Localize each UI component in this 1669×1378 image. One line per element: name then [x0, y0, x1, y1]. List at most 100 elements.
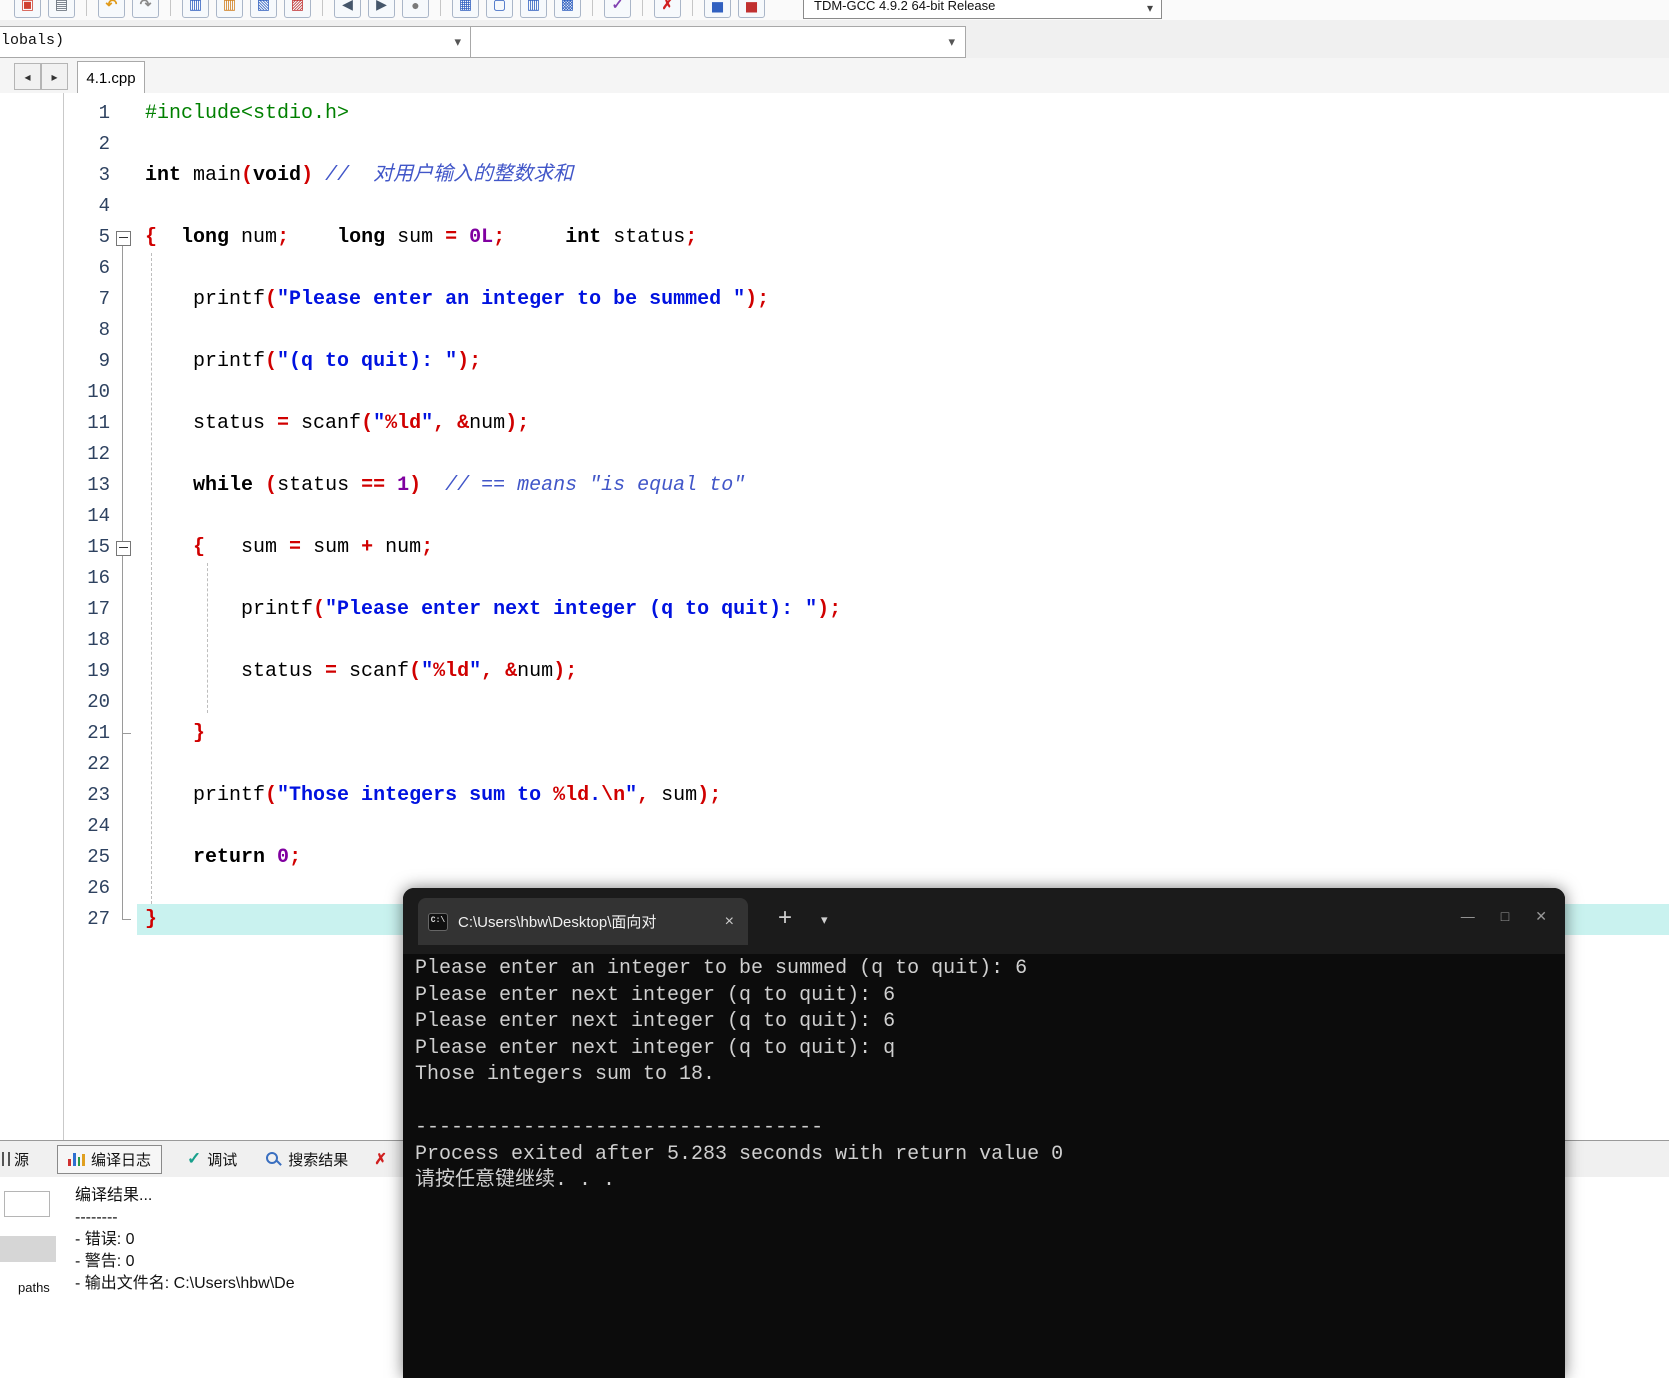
chevron-down-icon[interactable]: ▾ — [948, 34, 955, 50]
line-number: 7 — [98, 288, 110, 310]
code-line[interactable] — [145, 625, 1669, 656]
line-number: 22 — [87, 753, 110, 775]
member-combobox[interactable]: ▾ — [470, 26, 966, 58]
toolbar-separator — [692, 0, 693, 16]
line-number: 9 — [98, 350, 110, 372]
code-line[interactable] — [145, 129, 1669, 160]
code-line[interactable] — [145, 501, 1669, 532]
code-line[interactable]: { long num; long sum = 0L; int status; — [145, 222, 1669, 253]
console-output[interactable]: Please enter an integer to be summed (q … — [415, 956, 1561, 1378]
code-line[interactable] — [145, 315, 1669, 346]
line-number: 18 — [87, 629, 110, 651]
replace-icon[interactable] — [216, 0, 243, 18]
line-number: 16 — [87, 567, 110, 589]
code-line[interactable]: return 0; — [145, 842, 1669, 873]
code-line[interactable] — [145, 191, 1669, 222]
line-number: 4 — [98, 195, 110, 217]
fold-toggle-line5[interactable] — [116, 231, 131, 246]
tab-close-log[interactable] — [363, 1145, 398, 1174]
code-line[interactable]: printf("Those integers sum to %ld.\n", s… — [145, 780, 1669, 811]
code-line[interactable]: } — [145, 718, 1669, 749]
profile-delete-icon[interactable] — [738, 0, 765, 18]
console-line: 请按任意键继续. . . — [415, 1169, 616, 1192]
code-line[interactable]: status = scanf("%ld", &num); — [145, 656, 1669, 687]
line-number: 15 — [87, 536, 110, 558]
chevron-down-icon[interactable]: ▾ — [454, 34, 461, 50]
close-icon[interactable]: ✕ — [1535, 908, 1547, 925]
project-browser-panel[interactable] — [0, 93, 64, 1140]
toolbar-separator — [86, 0, 87, 16]
back-icon[interactable] — [334, 0, 361, 18]
syntax-check-icon[interactable] — [604, 0, 631, 18]
find-icon[interactable] — [182, 0, 209, 18]
console-tab[interactable]: C:\Users\hbw\Desktop\面向对 × — [418, 898, 748, 945]
code-line[interactable] — [145, 377, 1669, 408]
search-results-icon — [265, 1151, 282, 1168]
run-icon[interactable] — [486, 0, 513, 18]
code-line[interactable] — [145, 563, 1669, 594]
code-line[interactable]: { sum = sum + num; — [145, 532, 1669, 563]
compile-icon[interactable] — [452, 0, 479, 18]
code-line[interactable] — [145, 749, 1669, 780]
tab-resources-label: 源 — [14, 1151, 30, 1169]
maximize-icon[interactable]: □ — [1501, 908, 1509, 925]
console-titlebar[interactable]: C:\Users\hbw\Desktop\面向对 × + ▾ — □ ✕ — [403, 888, 1565, 954]
code-line[interactable]: status = scanf("%ld", &num); — [145, 408, 1669, 439]
file-tabbar: ◂ ▸ 4.1.cpp — [0, 58, 1669, 94]
tab-compile-log[interactable]: 编译日志 — [57, 1144, 163, 1174]
code-line[interactable]: int main(void) // 对用户输入的整数求和 — [145, 160, 1669, 191]
profile-icon[interactable] — [704, 0, 731, 18]
tab-4-1-cpp[interactable]: 4.1.cpp — [77, 61, 145, 94]
print-icon[interactable] — [48, 0, 75, 18]
tab-scroll-buttons: ◂ ▸ — [14, 63, 68, 90]
line-number: 1 — [98, 102, 110, 124]
class-browser-bar: lobals) ▾ ▾ — [0, 20, 1669, 58]
redo-icon[interactable] — [132, 0, 159, 18]
code-line[interactable] — [145, 439, 1669, 470]
fold-toggle-line15[interactable] — [116, 541, 131, 556]
code-line[interactable]: while (status == 1) // == means "is equa… — [145, 470, 1669, 501]
toolbar-separator — [642, 0, 643, 16]
code-line[interactable]: printf("Please enter an integer to be su… — [145, 284, 1669, 315]
record-icon[interactable] — [402, 0, 429, 18]
tab-search-results[interactable]: 搜索结果 — [254, 1145, 359, 1174]
compile-run-icon[interactable] — [520, 0, 547, 18]
tab-dropdown-chevron-icon[interactable]: ▾ — [821, 912, 828, 928]
code-line[interactable]: printf("(q to quit): "); — [145, 346, 1669, 377]
code-line[interactable]: #include<stdio.h> — [145, 98, 1669, 129]
minimize-icon[interactable]: — — [1461, 908, 1475, 925]
fold-line — [122, 244, 123, 919]
chevron-down-icon[interactable]: ▾ — [1147, 1, 1153, 15]
line-number: 25 — [87, 846, 110, 868]
line-number: 19 — [87, 660, 110, 682]
goto-icon[interactable] — [250, 0, 277, 18]
code-line[interactable] — [145, 687, 1669, 718]
line-number: 10 — [87, 381, 110, 403]
code-line[interactable] — [145, 253, 1669, 284]
code-line[interactable]: printf("Please enter next integer (q to … — [145, 594, 1669, 625]
compiler-profile-select[interactable]: TDM-GCC 4.9.2 64-bit Release ▾ — [803, 0, 1162, 19]
tab-scroll-left-icon[interactable]: ◂ — [14, 63, 41, 90]
tab-debug[interactable]: 调试 — [176, 1145, 248, 1174]
undo-icon[interactable] — [98, 0, 125, 18]
code-line[interactable] — [145, 811, 1669, 842]
bookmarks-icon[interactable] — [284, 0, 311, 18]
tab-resources-partial[interactable]: 源 — [2, 1149, 29, 1170]
abort-compile-icon[interactable] — [654, 0, 681, 18]
open-icon[interactable] — [14, 0, 41, 18]
main-toolbar: TDM-GCC 4.9.2 64-bit Release ▾ — [0, 0, 1669, 21]
side-gray-button[interactable] — [0, 1236, 56, 1262]
console-line: Please enter next integer (q to quit): 6 — [415, 983, 896, 1007]
new-tab-icon[interactable]: + — [778, 906, 792, 930]
toolbar-separator — [592, 0, 593, 16]
scope-combobox[interactable]: lobals) ▾ — [0, 26, 472, 58]
fold-end-tick — [122, 733, 131, 734]
console-tab-close-icon[interactable]: × — [721, 913, 738, 931]
console-window[interactable]: C:\Users\hbw\Desktop\面向对 × + ▾ — □ ✕ Ple… — [403, 888, 1565, 1378]
tab-scroll-right-icon[interactable]: ▸ — [41, 63, 68, 90]
rebuild-icon[interactable] — [554, 0, 581, 18]
code-lines[interactable]: #include<stdio.h> int main(void) // 对用户输入… — [145, 98, 1669, 935]
toolbar-separator — [170, 0, 171, 16]
forward-icon[interactable] — [368, 0, 395, 18]
toolbar-separator — [322, 0, 323, 16]
